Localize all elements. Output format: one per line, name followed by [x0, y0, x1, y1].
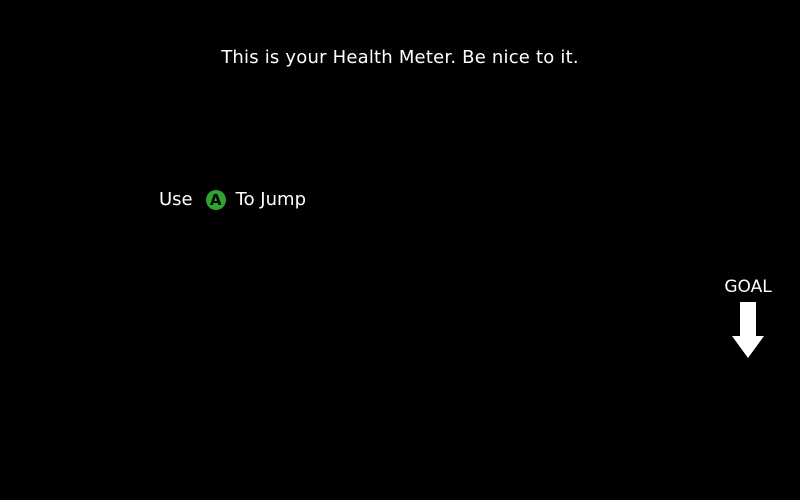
health-meter-hint: This is your Health Meter. Be nice to it… — [221, 47, 579, 68]
jump-hint-prefix: Use — [159, 189, 193, 210]
jump-hint: Use A To Jump — [159, 188, 306, 212]
down-arrow-icon — [732, 302, 764, 358]
a-button-icon: A — [205, 190, 226, 210]
goal-label: GOAL — [724, 277, 772, 297]
jump-hint-suffix: To Jump — [235, 189, 306, 210]
